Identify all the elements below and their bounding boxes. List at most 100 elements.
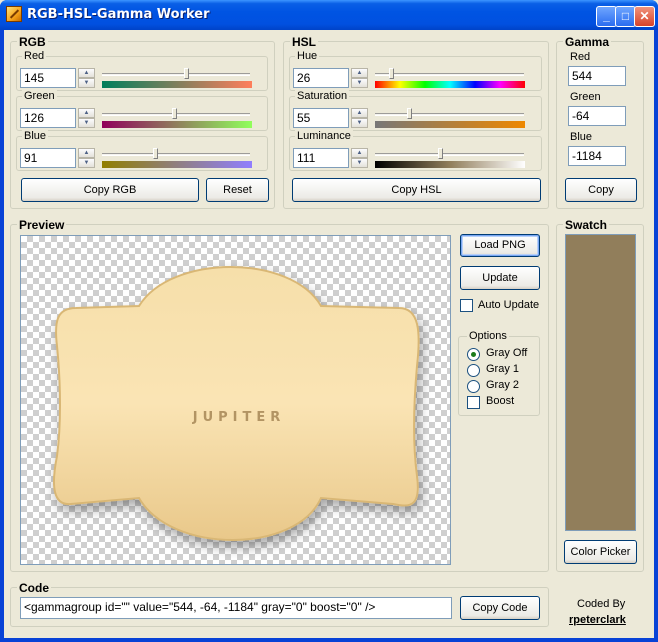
- coded-by-label: Coded By: [577, 598, 626, 610]
- hsl-hue-gradient-bar: [375, 81, 525, 88]
- hsl-hue-label: Hue: [295, 50, 320, 62]
- hsl-luminance-label: Luminance: [295, 130, 353, 142]
- hsl-saturation-label: Saturation: [295, 90, 350, 102]
- spin-down-icon[interactable]: ▼: [78, 118, 95, 128]
- auto-update-checkbox[interactable]: [460, 299, 473, 312]
- rgb-blue-gradient-bar: [102, 161, 252, 168]
- rgb-blue-spinner[interactable]: ▲ ▼: [78, 148, 95, 168]
- hsl-hue-slider-track[interactable]: [375, 73, 524, 76]
- copy-code-button[interactable]: Copy Code: [460, 596, 540, 620]
- hsl-luminance-input[interactable]: 111: [293, 148, 349, 168]
- rgb-red-spinner[interactable]: ▲ ▼: [78, 68, 95, 88]
- hsl-saturation-gradient-bar: [375, 121, 525, 128]
- update-button[interactable]: Update: [460, 266, 540, 290]
- rgb-green-spinner[interactable]: ▲ ▼: [78, 108, 95, 128]
- gamma-green-input[interactable]: -64: [568, 106, 626, 126]
- gamma-red-input[interactable]: 544: [568, 66, 626, 86]
- rgb-green-row: Green 126 ▲ ▼: [16, 90, 268, 131]
- hsl-legend: HSL: [290, 35, 318, 49]
- auto-update-label: Auto Update: [478, 299, 540, 311]
- options-legend: Options: [467, 330, 509, 342]
- hsl-hue-slider-thumb[interactable]: [389, 68, 395, 79]
- code-legend: Code: [17, 581, 51, 595]
- spin-up-icon[interactable]: ▲: [78, 68, 95, 78]
- maximize-button[interactable]: □: [615, 6, 636, 27]
- copy-hsl-button[interactable]: Copy HSL: [292, 178, 541, 202]
- hsl-luminance-slider-track[interactable]: [375, 153, 524, 156]
- rgb-green-slider-thumb[interactable]: [172, 108, 178, 119]
- rgb-green-label: Green: [22, 90, 57, 102]
- options-group: Options Gray Off Gray 1 Gray 2 Boost: [458, 330, 540, 416]
- rgb-blue-slider-thumb[interactable]: [153, 148, 159, 159]
- gamma-red-label: Red: [570, 51, 591, 63]
- client-area: RGB Red 145 ▲ ▼ Green 126 ▲ ▼ Blue 91 ▲ …: [4, 30, 654, 638]
- spin-down-icon[interactable]: ▼: [351, 158, 368, 168]
- hsl-saturation-slider-thumb[interactable]: [406, 108, 412, 119]
- gamma-blue-input[interactable]: -1184: [568, 146, 626, 166]
- app-window: RGB-HSL-Gamma Worker _ □ ✕ RGB Red 145 ▲…: [0, 0, 658, 642]
- hsl-group: HSL Hue 26 ▲ ▼ Saturation 55 ▲ ▼ Luminance…: [283, 35, 549, 209]
- gray-off-radio[interactable]: [467, 348, 480, 361]
- rgb-red-slider-track[interactable]: [102, 73, 250, 76]
- hsl-hue-input[interactable]: 26: [293, 68, 349, 88]
- spin-down-icon[interactable]: ▼: [351, 118, 368, 128]
- window-title: RGB-HSL-Gamma Worker: [27, 7, 210, 22]
- spin-up-icon[interactable]: ▲: [351, 108, 368, 118]
- rgb-group: RGB Red 145 ▲ ▼ Green 126 ▲ ▼ Blue 91 ▲ …: [10, 35, 275, 209]
- reset-button[interactable]: Reset: [206, 178, 269, 202]
- gray-1-label: Gray 1: [486, 363, 520, 375]
- rgb-red-row: Red 145 ▲ ▼: [16, 50, 268, 91]
- spin-down-icon[interactable]: ▼: [351, 78, 368, 88]
- preview-legend: Preview: [17, 218, 67, 232]
- spin-down-icon[interactable]: ▼: [78, 78, 95, 88]
- hsl-hue-spinner[interactable]: ▲ ▼: [351, 68, 368, 88]
- hsl-saturation-input[interactable]: 55: [293, 108, 349, 128]
- hsl-saturation-row: Saturation 55 ▲ ▼: [289, 90, 542, 131]
- rgb-blue-input[interactable]: 91: [20, 148, 76, 168]
- preview-image: JUPITER: [52, 266, 420, 541]
- rgb-green-gradient-bar: [102, 121, 252, 128]
- rgb-blue-slider-track[interactable]: [102, 153, 250, 156]
- jupiter-badge-text: JUPITER: [192, 410, 286, 425]
- code-output-field[interactable]: <gammagroup id="" value="544, -64, -1184…: [20, 597, 452, 619]
- hsl-luminance-row: Luminance 111 ▲ ▼: [289, 130, 542, 171]
- hsl-luminance-slider-thumb[interactable]: [438, 148, 444, 159]
- jupiter-badge-shape: [52, 266, 420, 541]
- spin-up-icon[interactable]: ▲: [78, 108, 95, 118]
- load-png-button[interactable]: Load PNG: [460, 234, 540, 257]
- rgb-green-input[interactable]: 126: [20, 108, 76, 128]
- gamma-legend: Gamma: [563, 35, 612, 49]
- hsl-saturation-spinner[interactable]: ▲ ▼: [351, 108, 368, 128]
- boost-label: Boost: [486, 395, 515, 407]
- title-bar[interactable]: RGB-HSL-Gamma Worker _ □ ✕: [0, 0, 658, 30]
- spin-up-icon[interactable]: ▲: [351, 148, 368, 158]
- boost-checkbox[interactable]: [467, 396, 480, 409]
- rgb-legend: RGB: [17, 35, 48, 49]
- hsl-luminance-spinner[interactable]: ▲ ▼: [351, 148, 368, 168]
- gamma-group: Gamma Red 544 Green -64 Blue -1184 Copy: [556, 35, 644, 209]
- minimize-button[interactable]: _: [596, 6, 617, 27]
- gray-off-label: Gray Off: [486, 347, 528, 359]
- rgb-blue-row: Blue 91 ▲ ▼: [16, 130, 268, 171]
- gray-2-label: Gray 2: [486, 379, 520, 391]
- hsl-hue-row: Hue 26 ▲ ▼: [289, 50, 542, 91]
- gray-2-radio[interactable]: [467, 380, 480, 393]
- hsl-saturation-slider-track[interactable]: [375, 113, 524, 116]
- rgb-red-slider-thumb[interactable]: [183, 68, 189, 79]
- gamma-green-label: Green: [570, 91, 601, 103]
- spin-down-icon[interactable]: ▼: [78, 158, 95, 168]
- color-picker-button[interactable]: Color Picker: [564, 540, 637, 564]
- copy-gamma-button[interactable]: Copy: [565, 178, 637, 202]
- spin-up-icon[interactable]: ▲: [78, 148, 95, 158]
- hsl-luminance-gradient-bar: [375, 161, 525, 168]
- app-icon[interactable]: [6, 6, 22, 22]
- gray-1-radio[interactable]: [467, 364, 480, 377]
- rgb-blue-label: Blue: [22, 130, 49, 142]
- author-link[interactable]: rpeterclark: [569, 614, 626, 626]
- color-swatch: [565, 234, 636, 531]
- rgb-red-label: Red: [22, 50, 47, 62]
- copy-rgb-button[interactable]: Copy RGB: [21, 178, 199, 202]
- rgb-red-input[interactable]: 145: [20, 68, 76, 88]
- close-button[interactable]: ✕: [634, 6, 655, 27]
- spin-up-icon[interactable]: ▲: [351, 68, 368, 78]
